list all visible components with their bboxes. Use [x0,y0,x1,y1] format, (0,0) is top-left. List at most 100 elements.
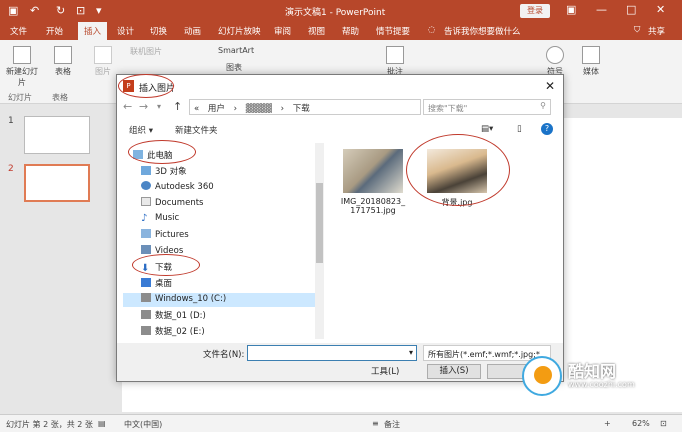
path-separator-icon: › [233,104,238,114]
tab-home[interactable]: 开始 [46,25,63,37]
tab-review[interactable]: 审阅 [274,25,291,37]
comment-icon [386,46,404,64]
drive-icon [141,293,151,302]
share-button[interactable]: 共享 [648,25,665,37]
speaker-icon [582,46,600,64]
tree-item-autodesk[interactable]: Autodesk 360 [141,181,214,195]
symbols-button[interactable]: 符号 [542,46,568,77]
tree-item-3d-objects[interactable]: 3D 对象 [141,165,187,179]
tree-item-drive-d[interactable]: 数据_01 (D:) [141,309,206,323]
comment-button[interactable]: 批注 [382,46,408,77]
scrollbar-thumb[interactable] [316,183,323,263]
save-icon[interactable]: ▣ [8,4,18,17]
tab-view[interactable]: 视图 [308,25,325,37]
slide-thumbnail[interactable] [24,116,90,154]
filename-label: 文件名(N): [203,350,245,360]
file-thumbnail [343,149,403,193]
tools-menu[interactable]: 工具(L) [371,365,399,377]
path-segment[interactable]: 用户 [208,104,225,114]
file-item-img[interactable]: IMG_20180823_ 171751.jpg [337,149,409,215]
forward-arrow-icon[interactable]: → [139,100,148,113]
annotation-circle [128,140,196,164]
watermark-brand: 酷知网 [568,362,617,381]
tab-slideshow[interactable]: 幻灯片放映 [218,25,261,37]
tab-transitions[interactable]: 切换 [150,25,167,37]
tab-design[interactable]: 设计 [117,25,134,37]
online-pictures-button[interactable]: 联机图片 [130,46,162,57]
tree-item-pictures[interactable]: Pictures [141,229,189,243]
path-separator-icon: « [194,104,200,114]
new-slide-icon [13,46,31,64]
minimize-icon[interactable]: — [596,3,607,16]
search-input[interactable]: 搜索"下载" ⚲ [423,99,551,115]
media-button[interactable]: 媒体 [578,46,604,77]
start-slideshow-icon[interactable]: ⊡ [76,4,85,17]
close-icon[interactable]: ✕ [656,3,665,16]
picture-button[interactable]: 图片 [90,46,116,77]
notes-button[interactable]: 备注 [384,419,400,430]
table-button[interactable]: 表格 [50,46,76,77]
slide-number: 2 [8,164,14,174]
tab-file[interactable]: 文件 [10,25,27,37]
tree-item-windows-c[interactable]: Windows_10 (C:) [123,293,315,307]
insert-button[interactable]: 插入(S) [427,364,481,379]
organize-button[interactable]: 组织 ▾ [129,124,153,136]
dialog-close-icon[interactable]: ✕ [545,79,555,93]
ribbon-options-icon[interactable]: ▣ [566,3,576,16]
maximize-icon[interactable]: □ [626,3,636,16]
recent-dropdown-icon[interactable]: ▾ [157,102,161,111]
tree-item-desktop[interactable]: 桌面 [141,277,172,291]
tab-help[interactable]: 帮助 [342,25,359,37]
tree-scrollbar[interactable] [315,143,324,339]
path-segment[interactable]: ▓▓▓▓ [246,104,272,114]
annotation-circle [118,74,174,98]
redo-icon[interactable]: ↻ [56,4,65,17]
chart-button[interactable]: 图表 [226,62,242,73]
filename-input[interactable]: ▾ [247,345,417,361]
drive-icon [141,326,151,335]
back-arrow-icon[interactable]: ← [123,100,132,113]
undo-icon[interactable]: ↶ [30,4,39,17]
zoom-in-icon[interactable]: + [604,419,611,428]
slide-counter: 幻灯片 第 2 张，共 2 张 [6,420,93,429]
preview-pane-icon[interactable]: ▯ [517,124,522,134]
dialog-toolbar: 组织 ▾ 新建文件夹 ▤▾ ▯ ? [117,121,563,139]
path-segment[interactable]: 下载 [293,104,310,114]
group-tables-label: 表格 [52,93,68,102]
notes-icon[interactable]: ≡ [372,419,379,428]
file-name: 171751.jpg [350,206,396,215]
spelling-icon[interactable]: ▤ [98,419,106,428]
tab-insert[interactable]: 插入 [78,22,108,40]
customize-qat-icon[interactable]: ▾ [96,4,102,17]
tab-animations[interactable]: 动画 [184,25,201,37]
tab-storyboard[interactable]: 情节提要 [376,25,410,37]
new-folder-button[interactable]: 新建文件夹 [175,124,218,136]
tree-item-music[interactable]: ♪ Music [141,213,179,227]
tell-me-box[interactable]: 告诉我你想要做什么 [444,25,521,37]
pictures-icon [141,229,151,238]
ribbon-tabs: 文件 开始 插入 设计 切换 动画 幻灯片放映 审阅 视图 帮助 情节提要 ◌ … [0,22,682,40]
slide-thumbnail-selected[interactable] [24,164,90,202]
help-icon[interactable]: ? [541,123,553,135]
tree-item-drive-e[interactable]: 数据_02 (E:) [141,325,205,339]
login-button[interactable]: 登录 [520,4,550,18]
language-indicator[interactable]: 中文(中国) [124,419,162,430]
address-bar[interactable]: « 用户 › ▓▓▓▓ › 下载 [189,99,421,115]
tree-item-documents[interactable]: Documents [141,197,203,211]
watermark-logo-icon [522,356,562,396]
search-icon: ⚲ [540,101,546,110]
status-bar: 幻灯片 第 2 张，共 2 张 ▤ 中文(中国) ≡ 备注 + 62% ⊡ [0,414,682,432]
zoom-level[interactable]: 62% [632,419,650,428]
fit-slide-icon[interactable]: ⊡ [660,419,667,428]
watermark-logo-dot [534,366,552,384]
chevron-down-icon[interactable]: ▾ [409,348,413,357]
cloud-icon [141,181,151,190]
share-icon[interactable]: ⛉ [634,25,640,35]
up-arrow-icon[interactable]: ↑ [173,100,182,113]
navigation-bar: ← → ▾ ↑ « 用户 › ▓▓▓▓ › 下载 搜索"下载" ⚲ [117,97,563,117]
view-options-icon[interactable]: ▤▾ [481,124,493,134]
slide-number: 1 [8,116,14,126]
new-slide-button[interactable]: 新建幻灯片 [6,46,38,88]
smartart-button[interactable]: SmartArt [218,46,254,55]
title-bar: ▣ ↶ ↻ ⊡ ▾ 演示文稿1 - PowerPoint 登录 ▣ — □ ✕ [0,0,682,22]
